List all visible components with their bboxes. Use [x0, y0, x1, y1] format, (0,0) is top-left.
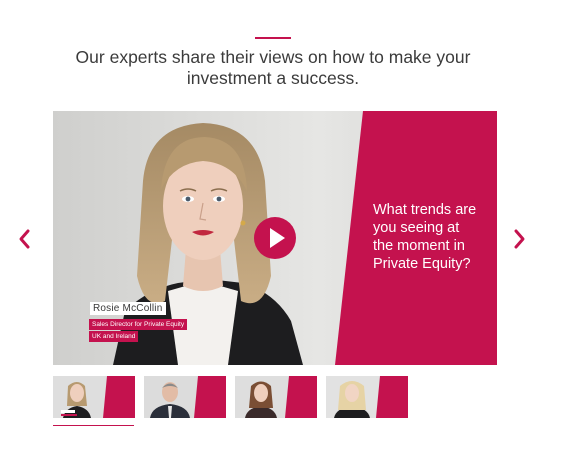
- thumbnail-3[interactable]: [235, 376, 317, 418]
- headline-accent-rule: [255, 37, 291, 39]
- headline-line-1: Our experts share their views on how to …: [75, 47, 471, 67]
- chevron-right-icon: [514, 229, 525, 249]
- play-button[interactable]: [254, 217, 296, 259]
- play-icon: [270, 228, 285, 248]
- headline-line-2: investment a success.: [186, 68, 360, 88]
- carousel-prev-button[interactable]: [14, 226, 36, 252]
- speaker-role-label: Sales Director for Private Equity: [89, 319, 188, 330]
- question-line-2: you seeing at: [373, 220, 460, 236]
- chevron-left-icon: [19, 229, 30, 249]
- thumbnail-2-image: [144, 376, 226, 418]
- carousel-next-button[interactable]: [508, 226, 530, 252]
- thumbnail-1[interactable]: [53, 376, 135, 418]
- thumbnail-1-image: [53, 376, 135, 418]
- question-line-4: Private Equity?: [373, 256, 471, 272]
- video-player[interactable]: What trends are you seeing at the moment…: [53, 111, 497, 365]
- active-thumbnail-indicator: [53, 425, 134, 426]
- thumbnail-4-image: [326, 376, 408, 418]
- thumbnail-4[interactable]: [326, 376, 408, 418]
- thumbnail-2[interactable]: [144, 376, 226, 418]
- thumbnail-3-image: [235, 376, 317, 418]
- question-line-1: What trends are: [373, 202, 477, 218]
- video-question-text: What trends are you seeing at the moment…: [373, 201, 493, 273]
- speaker-region-label: UK and Ireland: [89, 331, 139, 342]
- section-headline: Our experts share their views on how to …: [40, 47, 506, 89]
- speaker-name-label: Rosie McCollin: [90, 302, 166, 315]
- question-line-3: the moment in: [373, 238, 465, 254]
